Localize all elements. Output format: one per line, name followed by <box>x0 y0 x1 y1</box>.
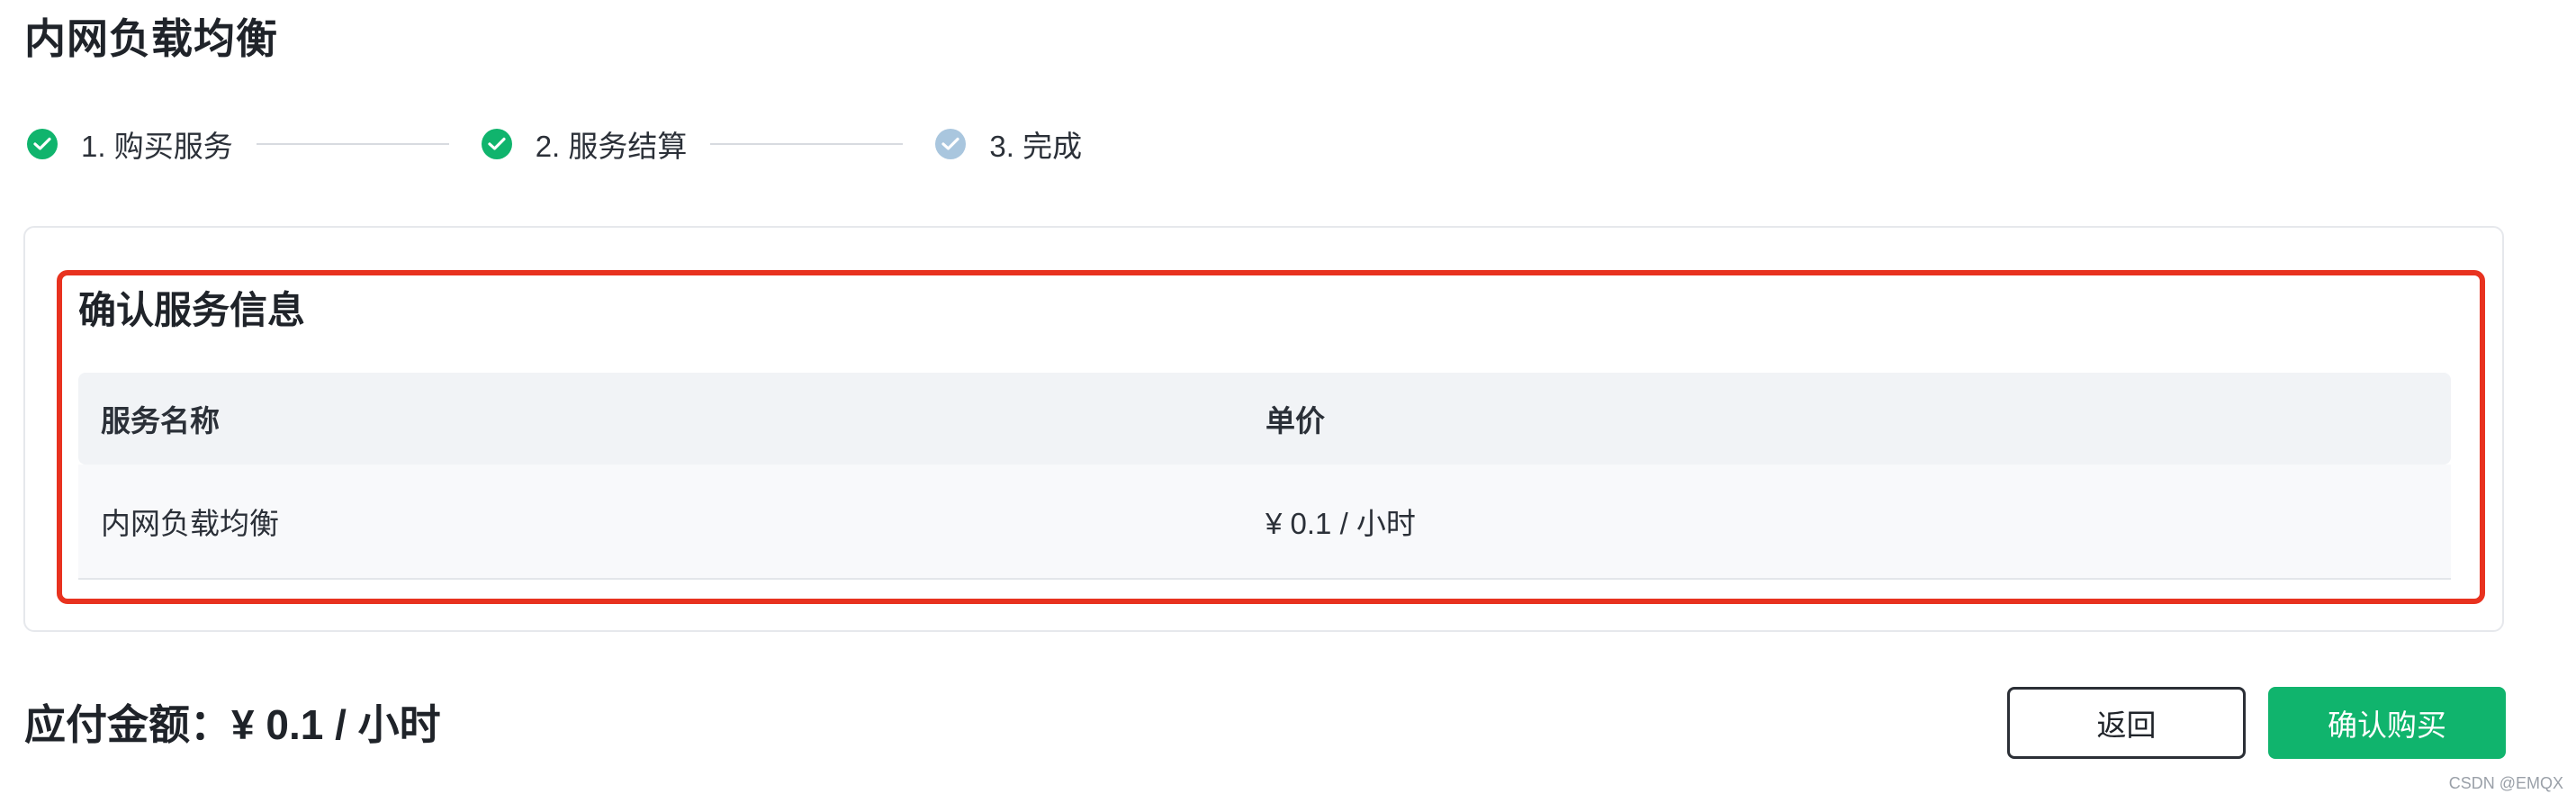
watermark: CSDN @EMQX <box>2448 774 2563 792</box>
step-label: 2. 服务结算 <box>535 130 688 163</box>
service-table: 服务名称 单价 内网负载均衡 ¥ 0.1 / 小时 <box>78 373 2451 580</box>
step-2: 2. 服务结算 <box>481 122 688 166</box>
check-circle-icon <box>935 129 967 159</box>
column-header-service-name: 服务名称 <box>101 404 220 438</box>
step-label: 3. 完成 <box>989 130 1083 163</box>
back-button[interactable]: 返回 <box>2007 687 2246 759</box>
page-title: 内网负载均衡 <box>24 15 278 62</box>
cell-unit-price: ¥ 0.1 / 小时 <box>1265 507 1416 540</box>
progress-steps: 1. 购买服务 2. 服务结算 3. 完成 <box>27 119 1082 169</box>
step-connector <box>256 143 449 145</box>
section-title: 确认服务信息 <box>78 289 306 331</box>
cell-service-name: 内网负载均衡 <box>101 507 279 540</box>
step-connector <box>710 143 904 145</box>
total-amount: 应付金额：¥ 0.1 / 小时 <box>24 701 441 748</box>
step-3: 3. 完成 <box>935 122 1082 166</box>
table-header: 服务名称 单价 <box>78 373 2451 465</box>
table-row: 内网负载均衡 ¥ 0.1 / 小时 <box>78 465 2451 580</box>
column-header-unit-price: 单价 <box>1265 404 1325 438</box>
check-circle-icon <box>481 129 512 159</box>
check-circle-icon <box>27 129 58 159</box>
step-1: 1. 购买服务 <box>27 122 233 166</box>
page: 内网负载均衡 1. 购买服务 2. 服务结算 3. 完成 确认服务信息 服务名称 <box>0 0 2576 803</box>
confirm-purchase-button[interactable]: 确认购买 <box>2268 687 2506 759</box>
step-label: 1. 购买服务 <box>81 130 233 163</box>
